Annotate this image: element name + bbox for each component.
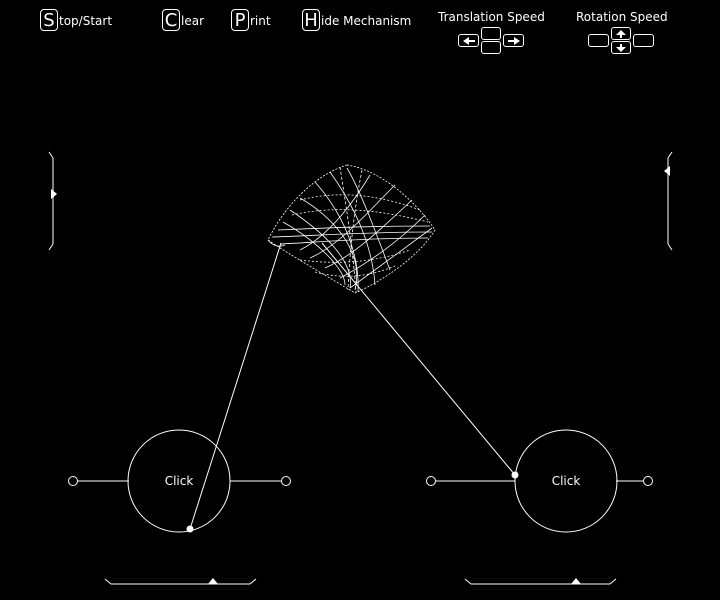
- right-vertical-slider[interactable]: [664, 151, 673, 251]
- left-wheel-label: Click: [164, 474, 194, 488]
- left-wheel-pivot[interactable]: [186, 525, 194, 533]
- right-wheel-label: Click: [551, 474, 581, 488]
- bottom-left-slider-handle[interactable]: [208, 578, 218, 584]
- bottom-right-slider-handle[interactable]: [571, 578, 581, 584]
- right-wheel-left-anchor[interactable]: [426, 476, 436, 486]
- bottom-left-slider[interactable]: [104, 578, 257, 585]
- drawing-canvas[interactable]: [0, 0, 720, 600]
- traced-pattern: [267, 164, 436, 294]
- left-vertical-slider[interactable]: [48, 151, 57, 251]
- bottom-right-slider[interactable]: [464, 578, 617, 585]
- right-arm: [321, 242, 516, 476]
- right-wheel-pivot[interactable]: [511, 471, 519, 479]
- left-wheel-left-anchor[interactable]: [68, 476, 78, 486]
- right-wheel-right-anchor[interactable]: [643, 476, 653, 486]
- left-slider-handle[interactable]: [51, 189, 57, 199]
- right-slider-handle[interactable]: [664, 166, 670, 176]
- left-wheel-right-anchor[interactable]: [281, 476, 291, 486]
